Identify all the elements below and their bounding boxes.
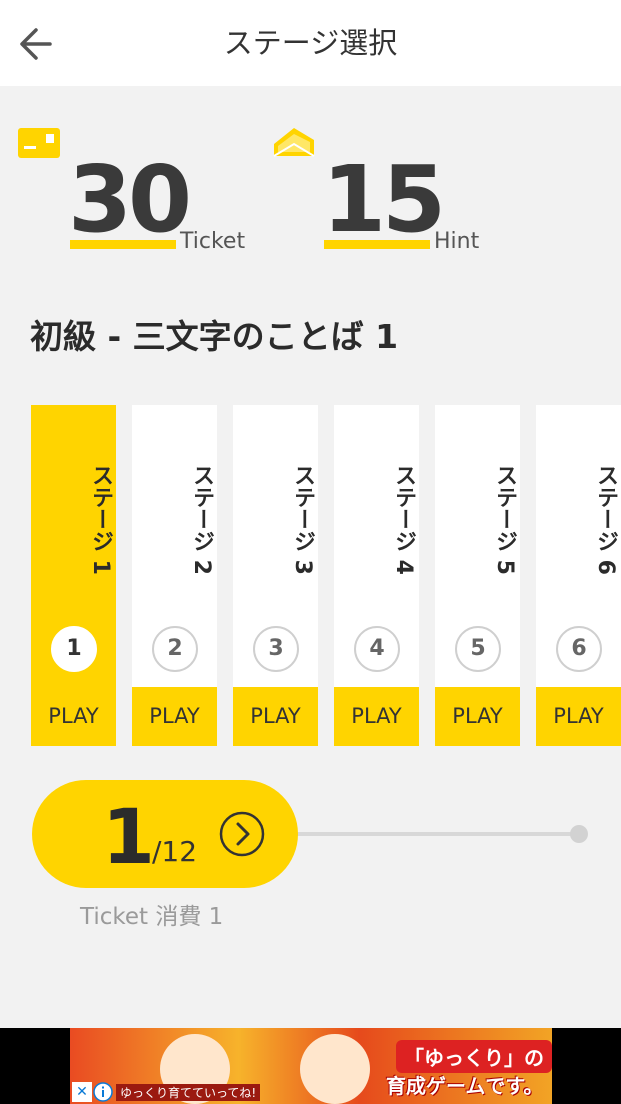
next-page-button[interactable] — [218, 810, 266, 858]
stage-card-5[interactable]: ステージ 5 5 PLAY — [435, 405, 520, 746]
play-button[interactable]: PLAY — [435, 687, 520, 746]
page-progress-track — [290, 832, 578, 836]
stage-number-badge: 4 — [354, 626, 400, 672]
stage-number-badge: 2 — [152, 626, 198, 672]
ticket-cost-label: Ticket 消費 1 — [80, 904, 224, 930]
ad-subline: 育成ゲームです。 — [386, 1074, 544, 1098]
total-pages: /12 — [152, 835, 198, 868]
ticket-unit-label: Ticket — [180, 229, 246, 254]
ticket-icon — [18, 128, 60, 158]
stage-name: ステージ 2 — [189, 463, 214, 575]
page-indicator[interactable]: 1 /12 — [32, 780, 298, 888]
stage-name: ステージ 4 — [391, 463, 416, 575]
ad-banner[interactable]: 「ゆっくり」の 育成ゲームです。 ✕ ゆっくり育てていってね! — [70, 1028, 552, 1104]
play-button[interactable]: PLAY — [536, 687, 621, 746]
ad-headline: 「ゆっくり」の — [396, 1040, 552, 1073]
stage-number-badge: 6 — [556, 626, 602, 672]
stage-number-badge: 3 — [253, 626, 299, 672]
envelope-icon — [273, 128, 315, 157]
current-page: 1 — [102, 792, 155, 881]
stage-card-3[interactable]: ステージ 3 3 PLAY — [233, 405, 318, 746]
stage-number-badge: 1 — [51, 626, 97, 672]
info-icon[interactable] — [93, 1082, 113, 1102]
hint-unit-label: Hint — [434, 229, 480, 254]
ad-character-image — [300, 1034, 370, 1104]
stage-name: ステージ 5 — [492, 463, 517, 575]
ticket-underline — [70, 240, 176, 249]
app-header: ステージ選択 — [0, 0, 621, 86]
stage-name: ステージ 1 — [88, 463, 113, 575]
stage-name: ステージ 3 — [290, 463, 315, 575]
stage-card-6[interactable]: ステージ 6 6 PLAY — [536, 405, 621, 746]
play-button[interactable]: PLAY — [233, 687, 318, 746]
ticket-counter: 30 Ticket — [18, 118, 278, 258]
stage-card-1[interactable]: ステージ 1 1 PLAY — [31, 405, 116, 746]
ad-caption: ゆっくり育てていってね! — [116, 1084, 261, 1101]
ad-bar: 「ゆっくり」の 育成ゲームです。 ✕ ゆっくり育てていってね! — [0, 1028, 621, 1104]
hint-underline — [324, 240, 430, 249]
play-button[interactable]: PLAY — [31, 687, 116, 746]
chevron-right-circle-icon — [219, 811, 265, 857]
play-button[interactable]: PLAY — [132, 687, 217, 746]
play-button[interactable]: PLAY — [334, 687, 419, 746]
stage-number-badge: 5 — [455, 626, 501, 672]
page-title: ステージ選択 — [223, 26, 398, 60]
stage-card-4[interactable]: ステージ 4 4 PLAY — [334, 405, 419, 746]
ticket-count: 30 — [68, 146, 192, 253]
hint-count: 15 — [322, 146, 446, 253]
stage-card-2[interactable]: ステージ 2 2 PLAY — [132, 405, 217, 746]
page-progress-end-dot — [570, 825, 588, 843]
section-title: 初級 - 三文字のことば 1 — [30, 317, 399, 356]
hint-counter: 15 Hint — [272, 118, 512, 258]
close-icon[interactable]: ✕ — [72, 1082, 92, 1102]
stage-list[interactable]: ステージ 1 1 PLAY ステージ 2 2 PLAY ステージ 3 3 PLA… — [31, 405, 621, 747]
stage-name: ステージ 6 — [593, 463, 618, 575]
